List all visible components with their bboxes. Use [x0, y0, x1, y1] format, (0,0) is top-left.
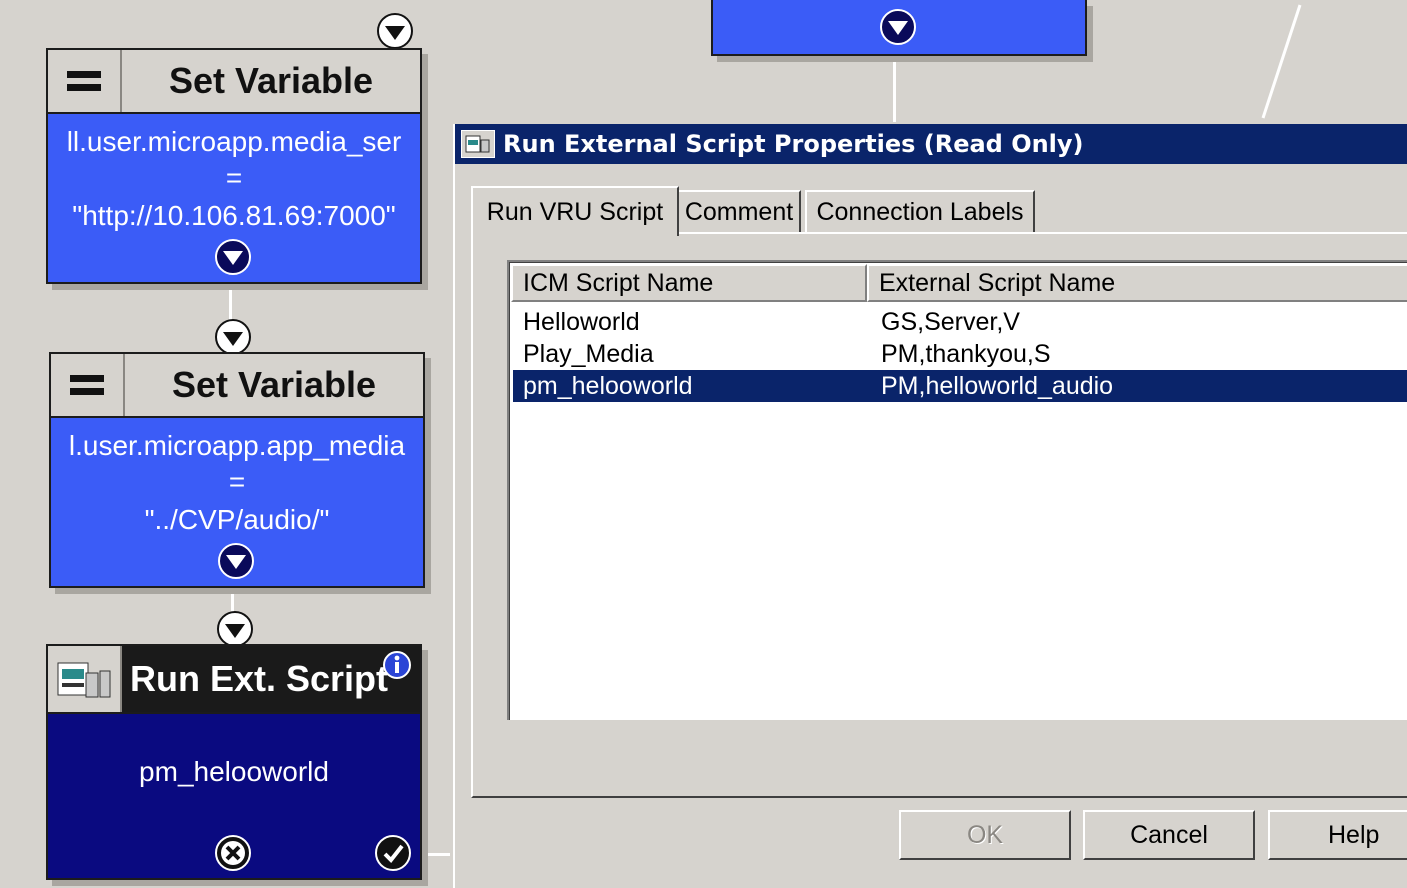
list-item[interactable]: Helloworld GS,Server,V	[513, 306, 1407, 338]
input-connector-icon[interactable]	[376, 12, 414, 50]
success-connector-icon[interactable]	[374, 834, 412, 872]
equals-sign: =	[225, 162, 243, 193]
failure-connector-icon[interactable]	[214, 834, 252, 872]
input-connector-icon[interactable]	[214, 318, 252, 356]
connector-line	[893, 56, 896, 122]
set-variable-node-2[interactable]: Set Variable l.user.microapp.app_media =…	[49, 352, 425, 588]
script-list[interactable]: ICM Script Name External Script Name Hel…	[507, 260, 1407, 720]
node-title: Run Ext. Script	[122, 646, 420, 712]
list-header: ICM Script Name External Script Name	[511, 264, 1407, 302]
partial-node[interactable]	[711, 0, 1087, 56]
help-button[interactable]: Help	[1268, 810, 1407, 860]
dialog-app-icon	[461, 130, 495, 158]
connector-line	[428, 853, 450, 856]
column-header-external[interactable]: External Script Name	[867, 264, 1407, 302]
output-connector-icon[interactable]	[879, 8, 917, 46]
list-item[interactable]: Play_Media PM,thankyou,S	[513, 338, 1407, 370]
tab-connection-labels[interactable]: Connection Labels	[805, 190, 1035, 232]
tab-comment[interactable]: Comment	[677, 190, 801, 232]
equals-icon	[48, 50, 122, 112]
script-name: pm_helooworld	[139, 756, 329, 787]
tab-run-vru-script[interactable]: Run VRU Script	[471, 186, 679, 236]
node-title: Set Variable	[125, 354, 423, 416]
list-item-selected[interactable]: pm_helooworld PM,helloworld_audio	[513, 370, 1407, 402]
input-connector-icon[interactable]	[216, 610, 254, 648]
output-connector-icon[interactable]	[217, 542, 255, 580]
variable-name: ll.user.microapp.media_ser	[66, 126, 402, 157]
equals-icon	[51, 354, 125, 416]
cancel-button[interactable]: Cancel	[1083, 810, 1255, 860]
equals-sign: =	[228, 466, 246, 497]
connector-diagonal	[1261, 4, 1302, 119]
node-title: Set Variable	[122, 50, 420, 112]
dialog-title: Run External Script Properties (Read Onl…	[503, 130, 1084, 158]
column-header-icm[interactable]: ICM Script Name	[511, 264, 867, 302]
ok-button[interactable]: OK	[899, 810, 1071, 860]
variable-value: "../CVP/audio/"	[144, 504, 330, 535]
info-icon[interactable]	[382, 650, 412, 680]
properties-dialog: Run External Script Properties (Read Onl…	[453, 124, 1407, 888]
set-variable-node-1[interactable]: Set Variable ll.user.microapp.media_ser …	[46, 48, 422, 284]
variable-value: "http://10.106.81.69:7000"	[72, 200, 396, 231]
output-connector-icon[interactable]	[214, 238, 252, 276]
dialog-titlebar[interactable]: Run External Script Properties (Read Onl…	[455, 124, 1407, 164]
run-script-icon	[48, 646, 122, 712]
variable-name: l.user.microapp.app_media	[68, 430, 406, 461]
run-ext-script-node[interactable]: Run Ext. Script pm_helooworld	[46, 644, 422, 880]
